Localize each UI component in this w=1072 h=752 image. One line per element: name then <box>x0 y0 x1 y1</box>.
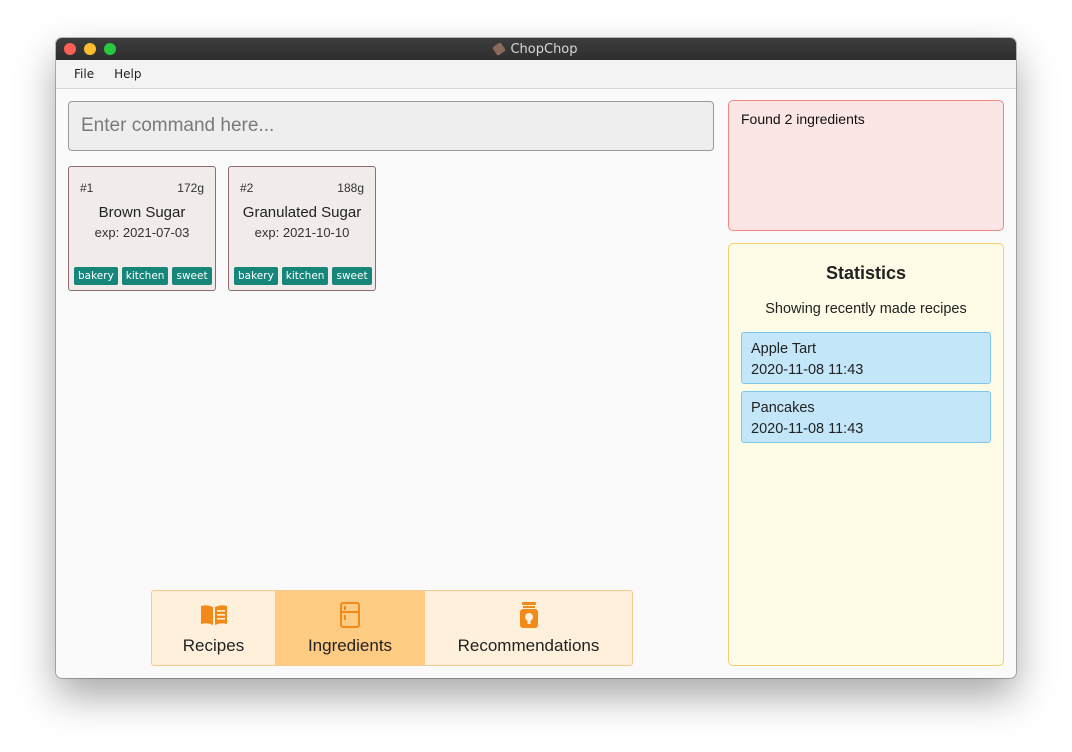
tab-recommendations[interactable]: Recommendations <box>425 591 632 665</box>
result-display: Found 2 ingredients <box>728 100 1004 231</box>
recent-recipe-time: 2020-11-08 11:43 <box>751 421 864 437</box>
recent-recipe-item[interactable]: Pancakes 2020-11-08 11:43 <box>741 391 991 443</box>
book-icon <box>199 601 229 629</box>
window-title: ChopChop <box>510 41 578 57</box>
app-icon <box>492 42 507 56</box>
tab-ingredients[interactable]: Ingredients <box>275 591 425 665</box>
menu-bar: File Help <box>56 60 1016 89</box>
ingredient-expiry: exp: 2021-10-10 <box>254 225 350 240</box>
minimize-window-button[interactable] <box>84 43 96 55</box>
recent-recipe-name: Apple Tart <box>751 341 817 357</box>
ingredient-name: Granulated Sugar <box>242 204 362 221</box>
result-message: Found 2 ingredients <box>741 111 865 127</box>
tab-label: Ingredients <box>307 636 393 655</box>
tag-badge: sweet <box>332 267 372 285</box>
statistics-subtitle: Showing recently made recipes <box>765 301 967 317</box>
ingredient-card[interactable]: #1 172g Brown Sugar exp: 2021-07-03 bake… <box>68 166 216 291</box>
ingredient-index: #1 <box>80 181 94 195</box>
statistics-title: Statistics <box>825 263 907 283</box>
close-window-button[interactable] <box>64 43 76 55</box>
tab-label: Recommendations <box>457 636 600 655</box>
tag-badge: bakery <box>234 267 278 285</box>
title-bar: ChopChop <box>56 38 1016 60</box>
command-input[interactable] <box>68 101 714 151</box>
ingredient-name: Brown Sugar <box>98 204 186 221</box>
ingredient-tags: bakery kitchen sweet <box>234 267 372 285</box>
tab-recipes[interactable]: Recipes <box>152 591 275 665</box>
tag-badge: bakery <box>74 267 118 285</box>
tag-badge: kitchen <box>121 267 169 285</box>
menu-file[interactable]: File <box>66 65 102 83</box>
tag-badge: kitchen <box>281 267 329 285</box>
ingredient-index: #2 <box>240 181 254 195</box>
ingredient-quantity: 172g <box>177 181 204 195</box>
ingredient-tags: bakery kitchen sweet <box>74 267 212 285</box>
ingredient-quantity: 188g <box>337 181 364 195</box>
tag-badge: sweet <box>172 267 212 285</box>
tab-bar: Recipes Ingredients Recommendations <box>151 590 633 666</box>
ingredient-card[interactable]: #2 188g Granulated Sugar exp: 2021-10-10… <box>228 166 376 291</box>
fridge-icon <box>335 601 365 629</box>
recent-recipe-time: 2020-11-08 11:43 <box>751 362 864 378</box>
statistics-panel: Statistics Showing recently made recipes… <box>728 243 1004 666</box>
menu-help[interactable]: Help <box>106 65 149 83</box>
tab-label: Recipes <box>182 636 245 655</box>
maximize-window-button[interactable] <box>104 43 116 55</box>
recent-recipe-name: Pancakes <box>751 400 815 416</box>
app-window: ChopChop File Help #1 172g Brown Sugar e… <box>56 38 1016 678</box>
lightbulb-jar-icon <box>514 601 544 629</box>
recent-recipe-item[interactable]: Apple Tart 2020-11-08 11:43 <box>741 332 991 384</box>
ingredient-expiry: exp: 2021-07-03 <box>94 225 190 240</box>
